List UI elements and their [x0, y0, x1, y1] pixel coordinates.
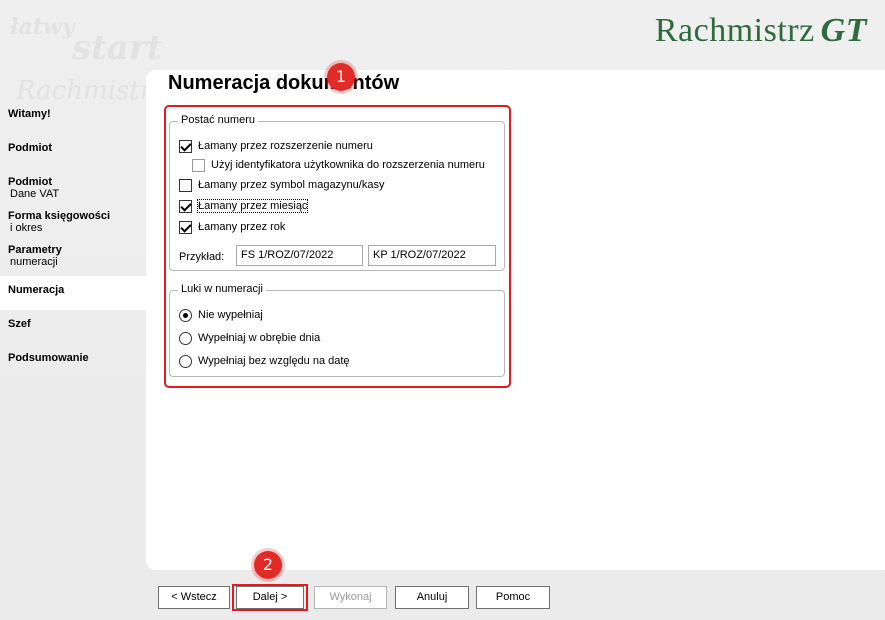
content-panel: Numeracja dokumentów Postać numeru Łaman…: [146, 70, 885, 570]
group-title: Luki w numeracji: [178, 283, 266, 295]
annotation-badge-1: 1: [327, 63, 355, 91]
checkbox-miesiac[interactable]: [179, 199, 192, 213]
sidebar-item-witamy[interactable]: Witamy!: [0, 100, 146, 134]
sidebar-item-label: Podmiot: [8, 176, 52, 188]
option-symbol[interactable]: Łamany przez symbol magazynu/kasy: [179, 177, 384, 193]
checkbox-identyfikator[interactable]: [192, 158, 205, 172]
option-label: Użyj identyfikatora użytkownika do rozsz…: [211, 159, 485, 171]
radio-nie-wypelniaj[interactable]: [179, 308, 192, 322]
logo-suffix: GT: [820, 12, 867, 49]
sidebar-item-szef[interactable]: Szef: [0, 310, 146, 344]
page-title: Numeracja dokumentów: [168, 72, 400, 94]
sidebar-item-label: Forma księgowości: [8, 210, 111, 222]
option-label: Łamany przez symbol magazynu/kasy: [198, 179, 385, 191]
example-field-kp: KP 1/ROZ/07/2022: [368, 245, 496, 266]
option-rok[interactable]: Łamany przez rok: [179, 219, 285, 235]
group-title: Postać numeru: [178, 114, 258, 126]
group-luki-w-numeracji: Luki w numeracji Nie wypełniaj Wypełniaj…: [169, 283, 505, 377]
logo-text: Rachmistrz: [654, 12, 815, 49]
execute-button[interactable]: Wykonaj: [314, 586, 387, 609]
option-label: Łamany przez miesiąc: [196, 199, 309, 213]
example-field-fs: FS 1/ROZ/07/2022: [236, 245, 363, 266]
option-rozszerzenie[interactable]: Łamany przez rozszerzenie numeru: [179, 138, 373, 154]
option-nie-wypelniaj[interactable]: Nie wypełniaj: [179, 307, 263, 323]
option-label: Wypełniaj w obrębie dnia: [198, 332, 321, 344]
help-button[interactable]: Pomoc: [476, 586, 550, 609]
radio-bez-wzgledu[interactable]: [179, 354, 192, 368]
sidebar-item-label: Parametry: [8, 244, 62, 256]
option-miesiac[interactable]: Łamany przez miesiąc: [179, 198, 309, 214]
checkbox-rozszerzenie[interactable]: [179, 139, 192, 153]
option-label: Łamany przez rok: [198, 221, 286, 233]
checkbox-rok[interactable]: [179, 220, 192, 234]
sidebar-item-label: Podsumowanie: [8, 352, 89, 364]
sidebar-item-sublabel: numeracji: [10, 256, 58, 268]
next-button[interactable]: Dalej >: [236, 586, 304, 609]
sidebar-item-label: Szef: [8, 318, 31, 330]
option-identyfikator[interactable]: Użyj identyfikatora użytkownika do rozsz…: [192, 157, 485, 173]
option-w-obrebie-dnia[interactable]: Wypełniaj w obrębie dnia: [179, 330, 320, 346]
sidebar-item-podmiot-vat[interactable]: Podmiot Dane VAT: [0, 168, 146, 202]
sidebar-item-label: Podmiot: [8, 142, 52, 154]
option-label: Łamany przez rozszerzenie numeru: [198, 140, 373, 152]
checkbox-symbol[interactable]: [179, 178, 192, 192]
option-label: Wypełniaj bez względu na datę: [198, 355, 350, 367]
cancel-button[interactable]: Anuluj: [395, 586, 469, 609]
back-button[interactable]: < Wstecz: [158, 586, 230, 609]
sidebar-item-numeracja[interactable]: Numeracja: [0, 276, 146, 310]
annotation-badge-2: 2: [254, 551, 282, 579]
sidebar-item-sublabel: Dane VAT: [10, 188, 60, 200]
option-label: Nie wypełniaj: [198, 309, 263, 321]
radio-w-obrebie-dnia[interactable]: [179, 331, 192, 345]
example-label: Przykład:: [179, 251, 225, 263]
sidebar-item-label: Numeracja: [8, 284, 65, 296]
deco-word-latwy: łatwy: [10, 14, 75, 40]
sidebar-item-parametry[interactable]: Parametry numeracji: [0, 236, 146, 270]
sidebar-item-podsumowanie[interactable]: Podsumowanie: [0, 344, 146, 378]
group-postac-numeru: Postać numeru Łamany przez rozszerzenie …: [169, 114, 505, 271]
sidebar-item-podmiot[interactable]: Podmiot: [0, 134, 146, 168]
app-logo: Rachmistrz GT: [655, 12, 867, 50]
sidebar-item-sublabel: i okres: [10, 222, 43, 234]
option-bez-wzgledu[interactable]: Wypełniaj bez względu na datę: [179, 353, 350, 369]
sidebar-item-forma[interactable]: Forma księgowości i okres: [0, 202, 146, 236]
sidebar-item-label: Witamy!: [8, 108, 51, 120]
deco-word-start: start: [72, 28, 163, 68]
